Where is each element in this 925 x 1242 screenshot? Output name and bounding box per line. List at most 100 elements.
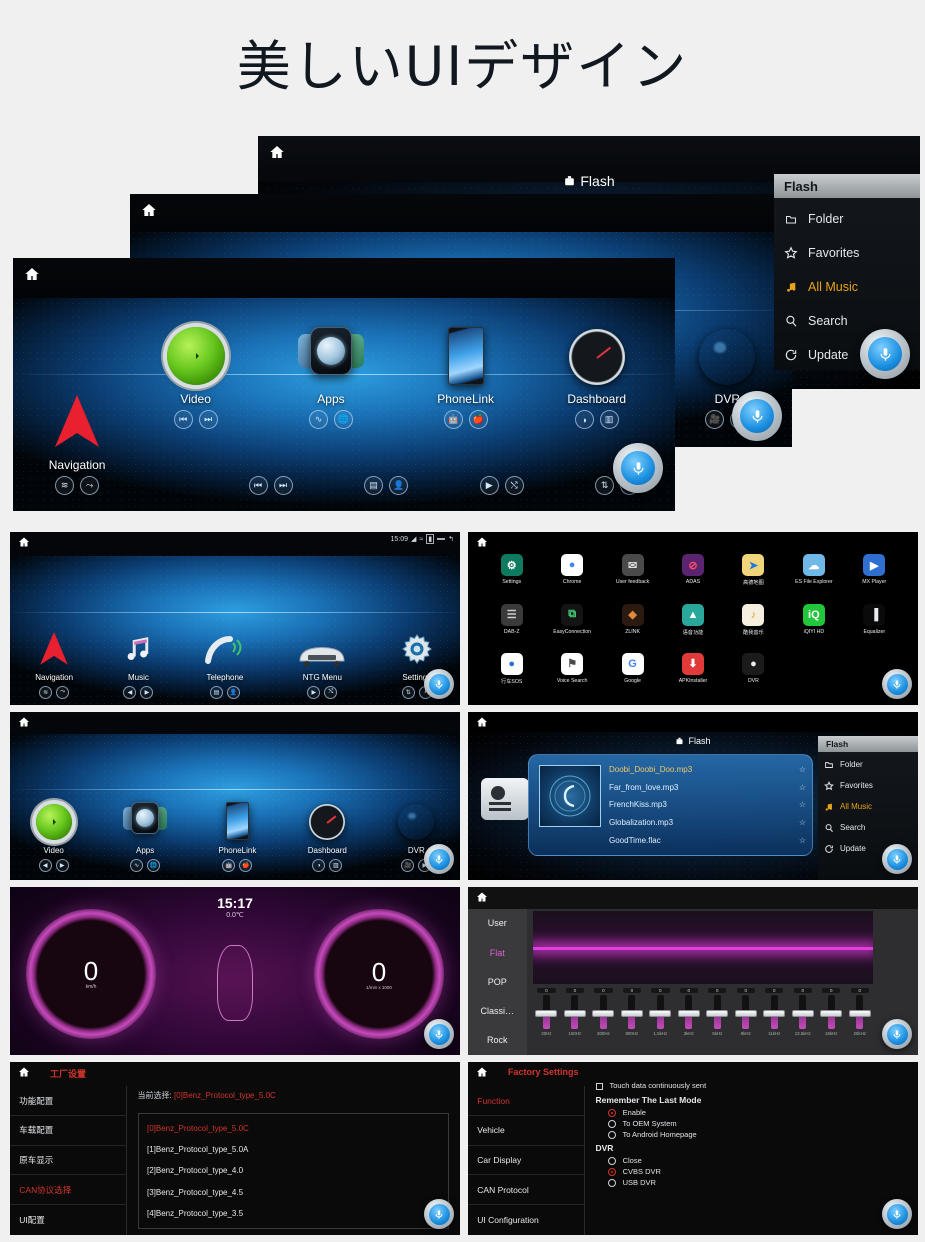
home-icon[interactable] <box>475 536 489 548</box>
sidebar-item-can-protocol[interactable]: CAN Protocol <box>468 1175 584 1206</box>
favorite-star-icon[interactable]: ☆ <box>799 783 806 792</box>
home-icon[interactable] <box>140 202 158 218</box>
shuffle-icon[interactable]: ⤭ <box>324 686 338 699</box>
sidebar-item-ui-config[interactable]: UI配置 <box>10 1205 126 1235</box>
dock-item-ntg-menu[interactable]: NTG Menu ▶ ⤭ <box>296 625 348 699</box>
app-item[interactable]: ⊘ ADAS <box>663 554 723 585</box>
link-icon[interactable]: ∿ <box>130 859 144 872</box>
eq-band[interactable]: 0 300Hz <box>590 987 616 1052</box>
dock-item-navigation[interactable]: Navigation ≋ ⤳ <box>35 625 73 699</box>
radio-button[interactable] <box>607 1157 616 1166</box>
home-icon[interactable] <box>17 1066 31 1078</box>
app-item[interactable]: ● 行车SOS <box>482 652 542 685</box>
sidebar-item-function[interactable]: Function <box>468 1086 584 1116</box>
browser-icon[interactable]: 🌐 <box>147 859 161 872</box>
eq-band-slider[interactable] <box>848 994 871 1029</box>
eq-band[interactable]: 0 20kHz <box>847 987 873 1052</box>
eq-band[interactable]: 0 150Hz <box>562 987 588 1052</box>
radio-row-usb-dvr[interactable]: USB DVR <box>607 1178 914 1188</box>
radio-row-to-oem-system[interactable]: To OEM System <box>607 1119 914 1129</box>
track-row[interactable]: Doobi_Doobi_Doo.mp3 ☆ <box>609 765 806 774</box>
flash-menu-item-folder[interactable]: Folder <box>818 754 918 775</box>
app-item[interactable]: G Google <box>602 652 662 684</box>
home-icon[interactable] <box>475 891 489 903</box>
app-item[interactable]: ◆ ZLINK <box>602 603 662 635</box>
dock-item-dashboard[interactable]: Dashboard ◑ ▥ <box>308 804 347 872</box>
route-icon[interactable]: ⤳ <box>56 686 70 699</box>
eq-band-knob[interactable] <box>677 1010 700 1018</box>
sound-icon[interactable]: ⇅ <box>595 476 615 495</box>
screen-flash-player[interactable]: Flash Doobi_Doobi_Doo.mp3 ☆ Far_from_lov… <box>468 712 918 880</box>
eq-band[interactable]: 0 13.5kHz <box>790 987 816 1052</box>
contacts-icon[interactable]: 👤 <box>389 476 409 495</box>
favorite-star-icon[interactable]: ☆ <box>799 818 806 827</box>
sidebar-item-function[interactable]: 功能配置 <box>10 1086 126 1116</box>
voice-assistant-button[interactable] <box>882 1199 912 1229</box>
voice-assistant-button[interactable] <box>882 844 912 874</box>
eq-band-knob[interactable] <box>535 1010 558 1018</box>
dock-item-video[interactable]: Video ◀ ▶ <box>35 804 72 872</box>
record-icon[interactable]: 🎥 <box>705 410 725 429</box>
shuffle-icon[interactable]: ⤭ <box>504 476 524 495</box>
sidebar-item-can-protocol[interactable]: CAN协议选择 <box>10 1175 126 1206</box>
dock-item-phone-controls[interactable]: . ▤ 👤 <box>364 391 409 495</box>
eq-band-slider[interactable] <box>535 994 558 1029</box>
voice-assistant-button[interactable] <box>424 1019 454 1049</box>
home-icon[interactable] <box>268 144 286 160</box>
touch-data-checkbox-row[interactable]: Touch data continuously sent <box>595 1081 914 1090</box>
eq-band[interactable]: 0 8kHz <box>733 987 759 1052</box>
previous-track-button[interactable]: ◀ <box>123 686 137 699</box>
screen-factory-settings-en[interactable]: Factory Settings Function Vehicle Car Di… <box>468 1062 918 1235</box>
app-item[interactable]: ⚑ Voice Search <box>542 652 602 684</box>
app-item[interactable]: ♪ 酷我音乐 <box>723 603 783 636</box>
radio-row-enable[interactable]: Enable <box>607 1108 914 1118</box>
preset-classic[interactable]: Classi… <box>480 1006 514 1016</box>
android-icon[interactable]: 🤖 <box>222 859 236 872</box>
dock-item-apps[interactable]: Apps ∿ 🌐 <box>123 802 168 872</box>
eq-band[interactable]: 0 1.5kHz <box>647 987 673 1052</box>
app-item[interactable]: ➤ 高德地图 <box>723 554 783 586</box>
app-item[interactable]: ▲ 语音功能 <box>663 603 723 636</box>
dock-item-ntg-controls[interactable]: . ▶ ⤭ <box>479 391 524 495</box>
favorite-star-icon[interactable]: ☆ <box>799 800 806 809</box>
protocol-option-list[interactable]: [0]Benz_Protocol_type_5.0C [1]Benz_Proto… <box>137 1112 450 1230</box>
next-track-button[interactable]: ▶ <box>140 686 154 699</box>
eq-band[interactable]: 0 16kHz <box>818 987 844 1052</box>
app-item[interactable]: ▶ MX Player <box>844 554 904 585</box>
eq-band-slider[interactable] <box>820 994 843 1029</box>
contacts-icon[interactable]: 👤 <box>226 686 240 699</box>
eq-band[interactable]: 0 11kHz <box>761 987 787 1052</box>
dialpad-icon[interactable]: ▤ <box>209 686 223 699</box>
traffic-icon[interactable]: ≋ <box>55 476 75 495</box>
dock-item-navigation[interactable]: Navigation ≋ ⤳ <box>49 391 105 495</box>
eq-band-knob[interactable] <box>763 1010 786 1018</box>
dock-item-music[interactable]: Music ◀ ▶ <box>123 625 154 699</box>
screen-dashboard[interactable]: 15:17 0.0℃ 0 km/h 0 1/min x 1000 <box>10 887 460 1055</box>
previous-track-button[interactable]: ◀ <box>38 859 52 872</box>
eq-band-slider[interactable] <box>706 994 729 1029</box>
radio-button[interactable] <box>607 1168 616 1177</box>
radio-row-to-android-homepage[interactable]: To Android Homepage <box>607 1130 914 1140</box>
eq-band[interactable]: 0 5kHz <box>704 987 730 1052</box>
sidebar-item-car-display[interactable]: Car Display <box>468 1146 584 1176</box>
protocol-option[interactable]: [3]Benz_Protocol_type_4.5 <box>147 1188 440 1197</box>
sidebar-item-vehicle[interactable]: 车载配置 <box>10 1116 126 1146</box>
flash-menu-item-favorites[interactable]: Favorites <box>818 775 918 796</box>
home-icon[interactable] <box>23 266 41 282</box>
stats-icon[interactable]: ▥ <box>329 859 343 872</box>
eq-band-knob[interactable] <box>649 1010 672 1018</box>
eq-band-slider[interactable] <box>620 994 643 1029</box>
flash-menu-item-all-music[interactable]: All Music <box>818 796 918 817</box>
apple-icon[interactable]: 🍎 <box>239 859 253 872</box>
eq-band-knob[interactable] <box>706 1010 729 1018</box>
screen-equalizer[interactable]: User Flat POP Classi… Rock 0 30Hz 0 150Hz 0 3… <box>468 887 918 1055</box>
radio-button[interactable] <box>607 1131 616 1140</box>
voice-assistant-button[interactable] <box>424 844 454 874</box>
track-row[interactable]: Globalization.mp3 ☆ <box>609 818 806 827</box>
app-item[interactable]: ▐ Equalizer <box>844 603 904 635</box>
screen-factory-settings-cn[interactable]: 工厂设置 功能配置 车载配置 原车显示 CAN协议选择 UI配置 当前选择: [… <box>10 1062 460 1235</box>
eq-band-knob[interactable] <box>791 1010 814 1018</box>
app-item[interactable]: ⚙ Settings <box>482 554 542 585</box>
preset-pop[interactable]: POP <box>488 977 507 987</box>
app-item[interactable]: ⬇ APKInstaller <box>663 652 723 684</box>
